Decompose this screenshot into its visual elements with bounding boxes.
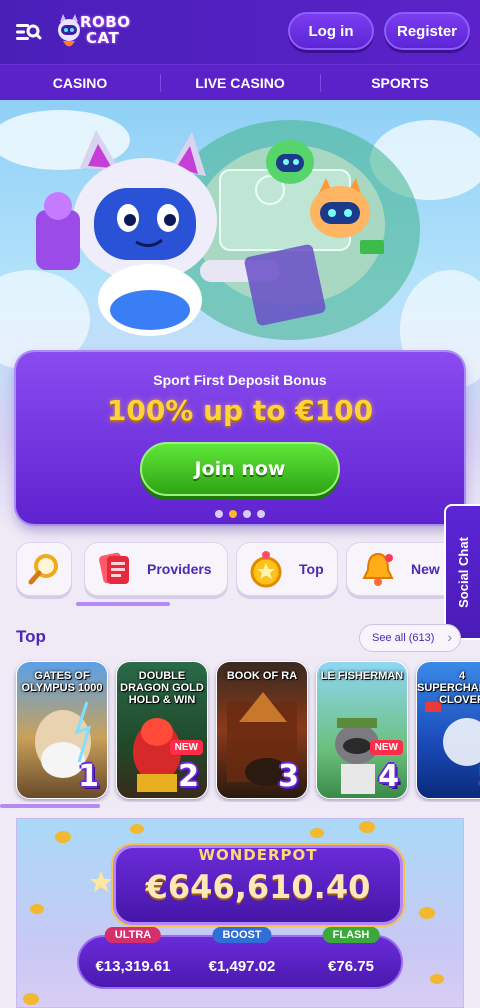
jackpot-panel[interactable]: WONDERPOT €646,610.40 ULTRA €13,319.61 B… [16,818,464,1008]
carousel-dot[interactable] [215,510,223,518]
see-all-label: See all (613) [372,632,435,644]
game-title: DOUBLE DRAGON GOLD HOLD & WIN [120,670,204,706]
tier-value: €1,497.02 [208,958,276,975]
login-button[interactable]: Log in [288,12,374,50]
new-badge: NEW [169,740,203,755]
robocat-logo[interactable]: ROBO CAT [54,10,130,54]
game-tile[interactable]: DOUBLE DRAGON GOLD HOLD & WIN NEW 2 [116,661,208,799]
register-button[interactable]: Register [384,12,470,50]
tier-value: €13,319.61 [95,958,171,975]
tab-casino[interactable]: CASINO [0,65,160,100]
jackpot-amount: €646,610.40 [145,868,371,906]
game-title: 4 SUPERCHARGED CLOVER [417,670,480,706]
game-title: BOOK OF RA [226,670,298,682]
game-tile[interactable]: BOOK OF RA 3 [216,661,308,799]
category-label: New [411,561,440,577]
chevron-right-icon: › [447,629,452,645]
carousel-dot-active[interactable] [229,510,237,518]
game-rank: 3 [278,759,299,794]
category-new[interactable]: New [346,542,456,596]
category-active-indicator [76,602,170,606]
game-tile[interactable]: LE FISHERMAN NEW 4 [316,661,408,799]
category-top[interactable]: Top [236,542,338,596]
top-coin-icon [250,551,282,588]
social-chat-label: Social Chat [455,536,471,608]
jackpot-plaque: WONDERPOT €646,610.40 [113,845,403,925]
section-nav: CASINO LIVE CASINO SPORTS [0,64,480,100]
game-title: GATES OF OLYMPUS 1000 [21,670,103,694]
jackpot-tier-boost: BOOST €1,497.02 [188,927,296,991]
providers-icon [99,552,129,584]
join-now-button[interactable]: Join now [140,442,340,496]
promo-subtitle: Sport First Deposit Bonus [153,372,327,388]
tier-badge: ULTRA [104,927,162,943]
tab-live-casino[interactable]: LIVE CASINO [160,65,320,100]
game-rank: 1 [78,759,99,794]
tab-sports[interactable]: SPORTS [320,65,480,100]
section-title-top: Top [16,627,46,646]
search-icon [28,554,58,585]
tier-value: €76.75 [328,958,374,975]
bell-icon [362,552,394,586]
carousel-dot[interactable] [257,510,265,518]
top-header: ROBO CAT Log in Register [0,0,480,64]
jackpot-name: WONDERPOT [198,846,318,864]
tier-badge: BOOST [212,927,272,943]
green-robot-icon [266,140,314,184]
jackpot-tier-ultra: ULTRA €13,319.61 [79,927,187,991]
top-games-carousel: GATES OF OLYMPUS 1000 1 DOUBLE DRAGON GO… [0,658,480,802]
promo-title: 100% up to €100 [106,394,374,427]
game-title: LE FISHERMAN [320,670,404,682]
see-all-button[interactable]: See all (613) › [359,624,461,652]
tier-badge: FLASH [322,927,380,943]
game-tile[interactable]: GATES OF OLYMPUS 1000 1 [16,661,108,799]
game-rank: 4 [378,759,399,794]
category-providers[interactable]: Providers [84,542,228,596]
logo-wordmark: ROBO CAT [80,13,131,47]
new-badge: NEW [369,740,403,755]
category-label: Top [299,561,324,577]
jackpot-tier-flash: FLASH €76.75 [297,927,405,991]
game-tile[interactable]: 4 SUPERCHARGED CLOVER 5 [416,661,480,799]
search-games-button[interactable] [16,542,72,596]
carousel-scroll-indicator [0,804,100,808]
carousel-dot[interactable] [243,510,251,518]
jackpot-tiers: ULTRA €13,319.61 BOOST €1,497.02 FLASH €… [77,927,405,991]
promo-card: Sport First Deposit Bonus 100% up to €10… [16,352,464,524]
social-chat-tab[interactable]: Social Chat [444,504,480,640]
category-label: Providers [147,561,212,577]
menu-search-icon[interactable] [14,18,42,46]
game-rank: 2 [178,759,199,794]
category-bar: Providers Top New [0,538,456,598]
carousel-dots [16,510,464,518]
